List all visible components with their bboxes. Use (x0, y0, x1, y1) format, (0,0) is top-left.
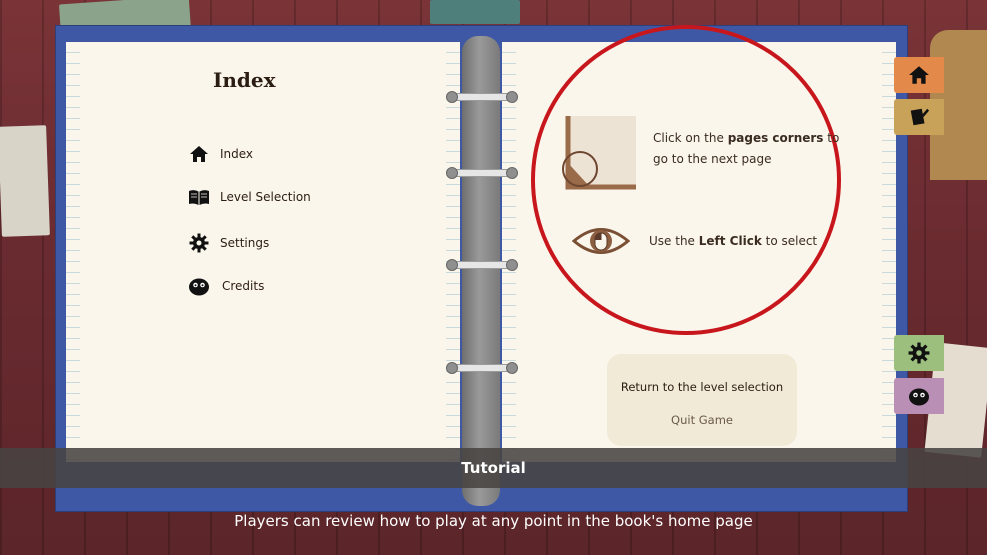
blob-face-icon (908, 385, 930, 407)
binder-ring (446, 91, 518, 103)
return-to-level-selection-button[interactable]: Return to the level selection (607, 380, 797, 394)
banner-title: Tutorial (461, 459, 526, 477)
gear-icon (908, 342, 930, 364)
eye-mouse-illustration (571, 224, 631, 258)
blob-face-icon (188, 275, 210, 297)
menu-item-level-selection[interactable]: Level Selection (188, 186, 311, 208)
binder-ring (446, 167, 518, 179)
menu-item-index[interactable]: Index (188, 143, 253, 165)
gear-icon (188, 232, 210, 254)
tutorial-banner: Tutorial (0, 448, 987, 488)
binder-ring (446, 259, 518, 271)
index-title: Index (213, 68, 276, 92)
page-corner-illustration (560, 113, 640, 193)
tab-credits[interactable] (894, 378, 944, 414)
tab-settings[interactable] (894, 335, 944, 371)
menu-item-label: Level Selection (220, 190, 311, 204)
menu-item-credits[interactable]: Credits (188, 275, 264, 297)
notebook-pencil-icon (908, 106, 930, 128)
menu-item-label: Index (220, 147, 254, 161)
background-paper-scrap (0, 125, 50, 237)
menu-item-settings[interactable]: Settings (188, 232, 269, 254)
tab-level-selection[interactable] (894, 99, 944, 135)
binder-spine (462, 36, 500, 506)
menu-item-label: Settings (220, 236, 270, 250)
open-book-icon (188, 186, 210, 208)
caption-text: Players can review how to play at any po… (234, 512, 753, 530)
menu-item-label: Credits (222, 279, 265, 293)
background-paper-scrap (430, 0, 520, 24)
action-panel: Return to the level selection Quit Game (607, 354, 797, 446)
tab-home[interactable] (894, 57, 944, 93)
quit-game-button[interactable]: Quit Game (607, 413, 797, 427)
tutorial-corner-text: Click on the pages corners to go to the … (653, 131, 840, 166)
home-icon (908, 64, 930, 86)
home-icon (188, 143, 210, 165)
tutorial-click-text: Use the Left Click to select (649, 234, 818, 248)
binder-ring (446, 362, 518, 374)
